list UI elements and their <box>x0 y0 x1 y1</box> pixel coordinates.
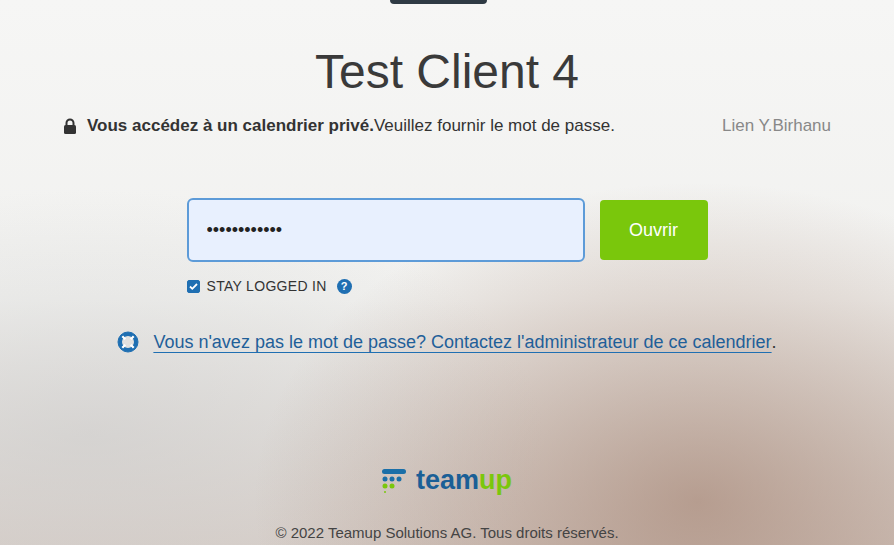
private-notice: Vous accédez à un calendrier privé.Veuil… <box>63 114 831 138</box>
teamup-logo-icon <box>382 467 408 493</box>
stay-logged-in-label: STAY LOGGED IN <box>207 278 327 294</box>
teamup-logo[interactable]: teamup <box>382 465 512 495</box>
link-suffix: . <box>772 330 777 354</box>
lock-icon <box>63 118 77 134</box>
help-link-row: Vous n'avez pas le mot de passe? Contact… <box>117 330 776 354</box>
check-icon <box>188 281 199 292</box>
contact-admin-link[interactable]: Vous n'avez pas le mot de passe? Contact… <box>153 330 771 354</box>
notice-bold: Vous accédez à un calendrier privé. <box>87 116 374 135</box>
logo-up: up <box>479 465 512 495</box>
user-name[interactable]: Lien Y.Birhanu <box>722 114 831 138</box>
login-page: Test Client 4 Vous accédez à un calendrie… <box>0 0 894 545</box>
lifebuoy-icon <box>117 331 139 353</box>
password-field[interactable] <box>187 198 585 262</box>
help-badge[interactable]: ? <box>337 279 352 294</box>
login-form: Ouvrir STAY LOGGED IN? <box>187 198 708 294</box>
notice-text: Veuillez fournir le mot de passe. <box>374 116 615 135</box>
calendar-title: Test Client 4 <box>315 44 579 100</box>
stay-logged-in-checkbox[interactable] <box>187 280 200 293</box>
logo-team: team <box>416 465 479 495</box>
login-panel: Test Client 4 Vous accédez à un calendrie… <box>0 0 894 545</box>
top-tab[interactable] <box>390 0 487 4</box>
open-button[interactable]: Ouvrir <box>600 200 708 260</box>
stay-logged-in[interactable]: STAY LOGGED IN? <box>187 278 352 294</box>
footer: © 2022 Teamup Solutions AG. Tous droits … <box>275 523 618 543</box>
